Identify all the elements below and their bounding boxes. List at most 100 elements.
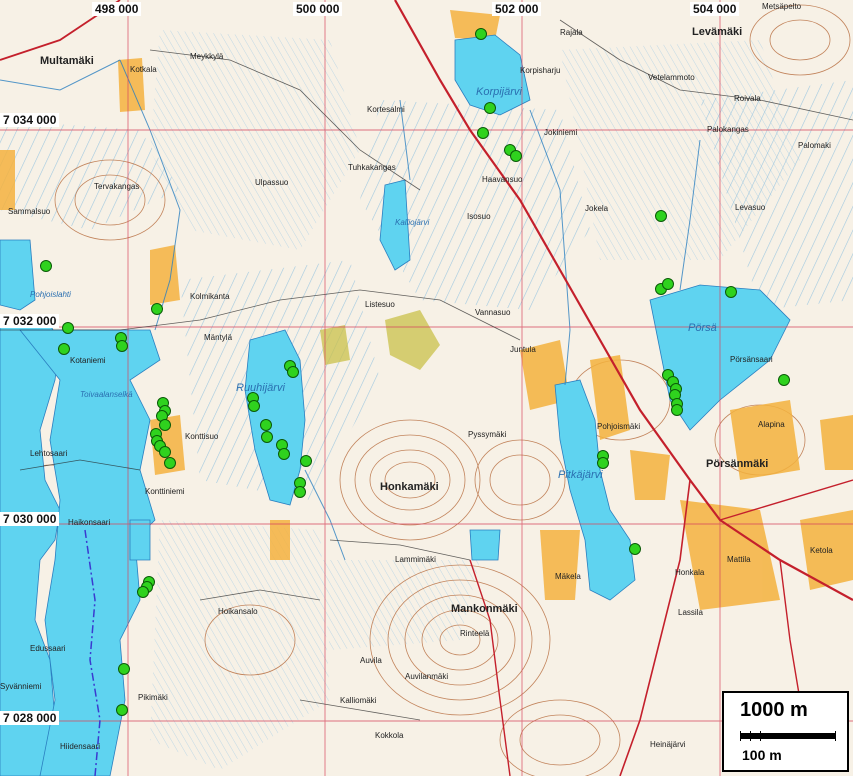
place-label: Kalliomäki	[340, 696, 377, 705]
place-label: Tervakangas	[94, 182, 140, 191]
observation-marker[interactable]	[164, 457, 176, 469]
place-label: Kolmikanta	[190, 292, 230, 301]
place-label: Juntula	[510, 345, 536, 354]
place-label: Kokkola	[375, 731, 404, 740]
observation-marker[interactable]	[510, 150, 522, 162]
place-label: Auvilanmäki	[405, 672, 449, 681]
scale-tick	[750, 731, 751, 741]
place-label: Mäkela	[555, 572, 581, 581]
observation-marker[interactable]	[151, 303, 163, 315]
observation-marker[interactable]	[58, 343, 70, 355]
observation-marker[interactable]	[629, 543, 641, 555]
observation-marker[interactable]	[40, 260, 52, 272]
scale-tick	[740, 731, 741, 741]
grid-label-y: 7 028 000	[0, 711, 60, 725]
place-label: Meykkylä	[190, 52, 224, 61]
map-base-layer	[0, 0, 853, 776]
place-label: Ketola	[810, 546, 833, 555]
place-label: Korpijärvi	[476, 86, 522, 98]
place-label: Lehtosaari	[30, 449, 68, 458]
grid-label-y: 7 032 000	[0, 314, 60, 328]
place-label: Haikonsaari	[68, 518, 111, 527]
scale-label-minor: 100 m	[742, 747, 782, 763]
place-label: Palomaki	[798, 141, 831, 150]
grid-label-x: 500 000	[293, 2, 343, 16]
place-label: Isosuo	[467, 212, 491, 221]
place-label: Syvänniemi	[0, 682, 42, 691]
observation-marker[interactable]	[116, 340, 128, 352]
grid-label-y: 7 034 000	[0, 113, 60, 127]
observation-marker[interactable]	[300, 455, 312, 467]
place-label: Rinteelä	[460, 629, 490, 638]
place-label: Roivala	[734, 94, 761, 103]
place-label: Listesuo	[365, 300, 395, 309]
scale-label-major: 1000 m	[740, 699, 808, 721]
place-label: Pohjoislahti	[30, 290, 71, 299]
observation-marker[interactable]	[484, 102, 496, 114]
place-label: Kortesalmi	[367, 105, 405, 114]
scale-tick	[835, 731, 836, 741]
observation-marker[interactable]	[597, 457, 609, 469]
scale-bar: 1000 m 100 m	[722, 691, 849, 772]
place-label: Hoikansalo	[218, 607, 258, 616]
place-label: Jokiniemi	[544, 128, 578, 137]
place-label: Auvila	[360, 656, 382, 665]
observation-marker[interactable]	[477, 127, 489, 139]
place-label: Pörsä	[688, 322, 717, 334]
place-label: Pitkäjärvi	[558, 469, 603, 481]
observation-marker[interactable]	[278, 448, 290, 460]
place-label: Vetelammoto	[648, 73, 695, 82]
observation-marker[interactable]	[287, 366, 299, 378]
place-label: Alapina	[758, 420, 785, 429]
topographic-map[interactable]: 498 000 500 000 502 000 504 000 7 034 00…	[0, 0, 853, 776]
place-label: Hiidensaari	[60, 742, 101, 751]
observation-marker[interactable]	[137, 586, 149, 598]
observation-marker[interactable]	[118, 663, 130, 675]
place-label: Rajala	[560, 28, 583, 37]
observation-marker[interactable]	[159, 419, 171, 431]
place-label: Pörsänsaari	[730, 355, 773, 364]
place-label: Sammalsuo	[8, 207, 51, 216]
place-label: Vannasuo	[475, 308, 511, 317]
observation-marker[interactable]	[655, 210, 667, 222]
place-label: Heinäjärvi	[650, 740, 686, 749]
observation-marker[interactable]	[778, 374, 790, 386]
place-label: Tuhkakangas	[348, 163, 396, 172]
place-label: Korpisharju	[520, 66, 561, 75]
place-label: Mattila	[727, 555, 751, 564]
observation-marker[interactable]	[116, 704, 128, 716]
observation-marker[interactable]	[671, 404, 683, 416]
place-label: Lammimäki	[395, 555, 436, 564]
place-label: Kalliojärvi	[395, 218, 430, 227]
place-label: Pohjoismäki	[597, 422, 641, 431]
observation-marker[interactable]	[475, 28, 487, 40]
place-label: Pikimäki	[138, 693, 168, 702]
place-label: Lassila	[678, 608, 703, 617]
place-label: Palokangas	[707, 125, 749, 134]
grid-label-y: 7 030 000	[0, 512, 60, 526]
observation-marker[interactable]	[294, 486, 306, 498]
place-label: Honkamäki	[380, 481, 439, 493]
place-label: Edussaari	[30, 644, 66, 653]
place-label: Toivaalanselkä	[80, 390, 133, 399]
observation-marker[interactable]	[662, 278, 674, 290]
place-label: Mäntylä	[204, 333, 233, 342]
place-label: Jokela	[585, 204, 609, 213]
place-label: Pörsänmäki	[706, 458, 769, 470]
observation-marker[interactable]	[725, 286, 737, 298]
place-label: Kotkala	[130, 65, 157, 74]
grid-label-x: 498 000	[92, 2, 142, 16]
place-label: Haavansuo	[482, 175, 523, 184]
place-label: Kotaniemi	[70, 356, 106, 365]
place-label: Metsäpelto	[762, 2, 802, 11]
place-label: Levämäki	[692, 26, 743, 38]
place-label: Ulpassuo	[255, 178, 289, 187]
place-label: Konttisuo	[185, 432, 219, 441]
scale-tick	[760, 731, 761, 741]
observation-marker[interactable]	[260, 419, 272, 431]
observation-marker[interactable]	[248, 400, 260, 412]
observation-marker[interactable]	[62, 322, 74, 334]
observation-marker[interactable]	[261, 431, 273, 443]
grid-label-x: 502 000	[492, 2, 542, 16]
place-label: Multamäki	[40, 55, 94, 67]
